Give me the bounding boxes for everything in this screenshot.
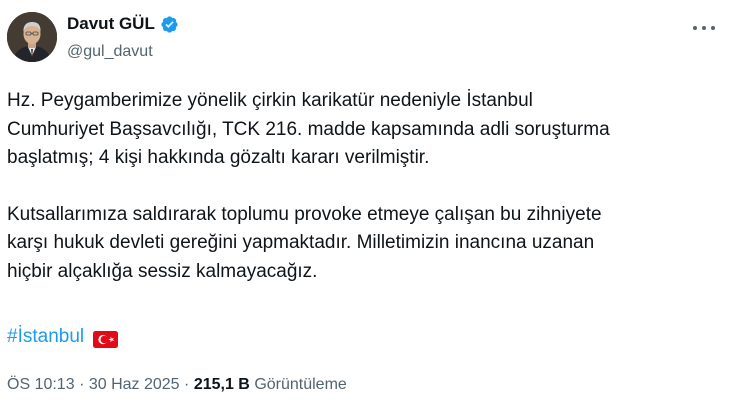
- avatar[interactable]: [7, 12, 57, 62]
- tweet-card: Davut GÜL @gul_davut Hz. Peygamberimize …: [0, 0, 733, 407]
- tweet-time[interactable]: ÖS 10:13: [7, 376, 75, 393]
- turkey-flag-icon: [93, 329, 119, 348]
- hashtag-row: #İstanbul: [7, 323, 119, 351]
- more-dot-icon: [711, 26, 715, 30]
- tweet-paragraph-1: Hz. Peygamberimize yönelik çirkin karika…: [7, 90, 610, 168]
- author-handle[interactable]: @gul_davut: [67, 42, 153, 62]
- more-dot-icon: [693, 26, 697, 30]
- tweet-text: Hz. Peygamberimize yönelik çirkin karika…: [7, 87, 722, 286]
- tweet-date[interactable]: 30 Haz 2025: [89, 376, 180, 393]
- profile-photo-icon: [7, 12, 57, 62]
- views-label: Görüntüleme: [254, 376, 347, 393]
- hashtag-link[interactable]: #İstanbul: [7, 323, 84, 351]
- tweet-meta: ÖS 10:13 · 30 Haz 2025 · 215,1 B Görüntü…: [7, 373, 347, 397]
- author-name-row: Davut GÜL: [67, 14, 179, 34]
- author-display-name[interactable]: Davut GÜL: [67, 14, 155, 34]
- views-count: 215,1 B: [193, 376, 250, 393]
- more-options-button[interactable]: [693, 18, 715, 38]
- tweet-paragraph-2: Kutsallarımıza saldırarak toplumu provok…: [7, 203, 602, 282]
- more-dot-icon: [702, 26, 706, 30]
- meta-separator: ·: [79, 376, 85, 393]
- verified-badge-icon[interactable]: [160, 15, 179, 34]
- meta-separator: ·: [184, 376, 190, 393]
